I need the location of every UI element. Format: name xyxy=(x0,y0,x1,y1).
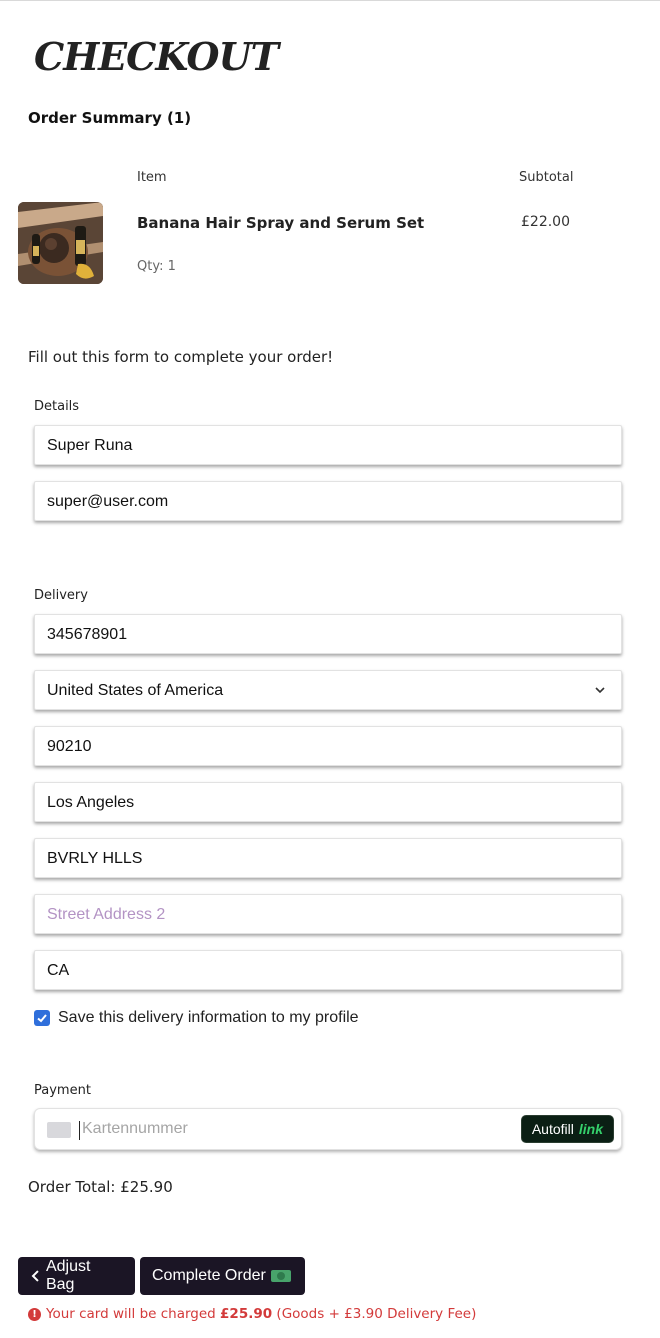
column-header-subtotal: Subtotal xyxy=(519,170,574,185)
email-field[interactable]: super@user.com xyxy=(34,481,622,521)
charge-warning-text-post: (Goods + £3.90 Delivery Fee) xyxy=(272,1306,477,1322)
save-info-label: Save this delivery information to my pro… xyxy=(58,1009,359,1026)
card-number-field[interactable]: Kartennummer Autofill link xyxy=(34,1108,622,1150)
charge-warning-amount: £25.90 xyxy=(220,1306,273,1322)
order-total: Order Total: £25.90 xyxy=(28,1178,173,1196)
street-address-1-field[interactable]: BVRLY HLLS xyxy=(34,838,622,878)
complete-order-button[interactable]: Complete Order xyxy=(140,1257,305,1295)
postcode-field[interactable]: 90210 xyxy=(34,726,622,766)
charge-warning-text-pre: Your card will be charged xyxy=(46,1306,221,1322)
chevron-left-icon xyxy=(31,1270,39,1282)
payment-label: Payment xyxy=(34,1083,91,1098)
card-number-placeholder: Kartennummer xyxy=(82,1120,188,1137)
save-info-checkbox[interactable] xyxy=(34,1010,50,1026)
autofill-link-button[interactable]: Autofill link xyxy=(520,1115,614,1143)
product-subtotal: £22.00 xyxy=(521,214,570,230)
adjust-bag-button[interactable]: Adjust Bag xyxy=(18,1257,135,1295)
checkmark-icon xyxy=(37,1014,47,1023)
top-divider xyxy=(0,0,660,1)
autofill-label: Autofill xyxy=(531,1121,574,1137)
country-select[interactable]: United States of America xyxy=(34,670,622,710)
adjust-bag-label: Adjust Bag xyxy=(45,1258,91,1293)
save-info-row[interactable]: Save this delivery information to my pro… xyxy=(34,1009,359,1027)
street-address-2-field[interactable]: Street Address 2 xyxy=(34,894,622,934)
credit-card-icon xyxy=(47,1122,71,1138)
full-name-field[interactable]: Super Runa xyxy=(34,425,622,465)
text-cursor xyxy=(79,1121,80,1140)
order-summary-heading: Order Summary (1) xyxy=(28,109,192,127)
column-header-item: Item xyxy=(137,170,167,185)
chevron-down-icon xyxy=(595,687,605,694)
link-logo: link xyxy=(578,1121,603,1137)
phone-number-field[interactable]: 345678901 xyxy=(34,614,622,654)
page-title: CHECKOUT xyxy=(34,34,279,79)
complete-order-label: Complete Order xyxy=(152,1267,266,1284)
delivery-label: Delivery xyxy=(34,588,88,603)
product-name: Banana Hair Spray and Serum Set xyxy=(137,214,425,232)
product-image[interactable] xyxy=(18,202,103,284)
town-city-field[interactable]: Los Angeles xyxy=(34,782,622,822)
country-select-value: United States of America xyxy=(47,682,224,699)
details-label: Details xyxy=(34,399,80,414)
alert-icon: ! xyxy=(28,1307,41,1321)
county-field[interactable]: CA xyxy=(34,950,622,990)
charge-warning: ! Your card will be charged £25.90 (Good… xyxy=(28,1306,476,1322)
money-icon xyxy=(270,1270,291,1282)
product-quantity: Qty: 1 xyxy=(137,259,176,274)
form-intro: Fill out this form to complete your orde… xyxy=(28,348,334,366)
